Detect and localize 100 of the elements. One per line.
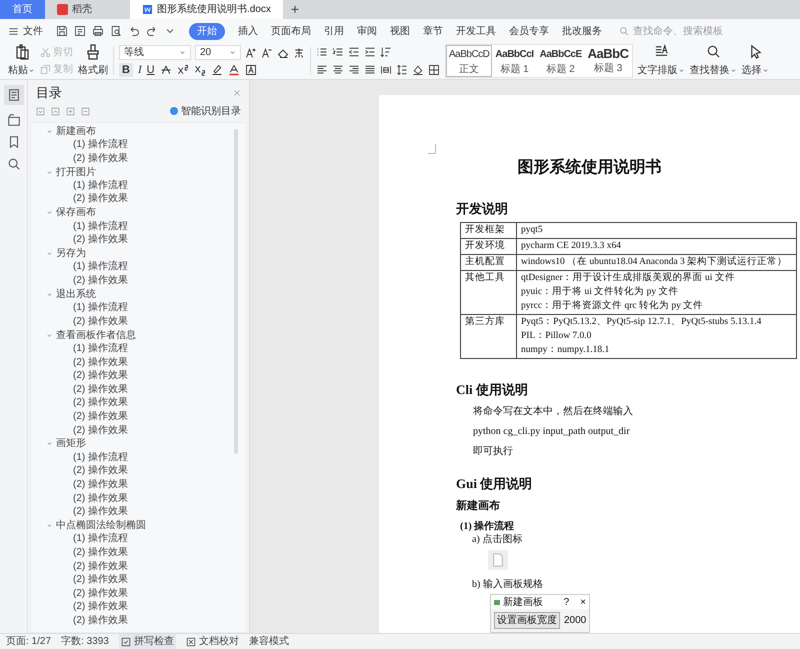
toc-item[interactable]: (2) 操作效果 <box>31 192 128 206</box>
toc-item[interactable]: (2) 操作效果 <box>31 314 128 328</box>
select-button[interactable]: 选择 <box>742 43 769 79</box>
toc-item[interactable]: 退出系统 <box>31 288 246 302</box>
menu-tab[interactable]: 插入 <box>238 24 258 38</box>
tab[interactable]: 图形系统使用说明书.docx <box>130 0 283 19</box>
strikethrough-icon[interactable] <box>160 64 172 76</box>
minus-icon[interactable] <box>81 106 90 116</box>
toc-item[interactable]: (2) 操作效果 <box>31 382 128 396</box>
file-menu[interactable]: 文件 <box>8 24 43 38</box>
subscript-icon[interactable] <box>194 64 206 76</box>
menu-tab[interactable]: 视图 <box>390 24 410 38</box>
toc-item[interactable]: (1) 操作流程 <box>31 450 128 464</box>
character-border-icon[interactable] <box>244 64 257 76</box>
sort-icon[interactable] <box>380 46 392 58</box>
toc-item[interactable]: 另存为 <box>31 246 246 260</box>
find-replace-button[interactable]: 查找替换 <box>690 43 737 79</box>
print-icon[interactable] <box>92 25 104 37</box>
undo-icon[interactable] <box>128 25 140 37</box>
style-option[interactable]: AaBbC 标题 3 <box>584 45 632 77</box>
numbered-list-icon[interactable] <box>332 46 344 58</box>
toc-item[interactable]: (1) 操作流程 <box>31 260 128 274</box>
shading-icon[interactable] <box>412 64 424 76</box>
toc-item[interactable]: (2) 操作效果 <box>31 546 128 560</box>
save-icon[interactable] <box>56 25 68 37</box>
toc-item[interactable]: 保存画布 <box>31 206 246 220</box>
align-right-icon[interactable] <box>348 64 360 76</box>
text-layout-button[interactable]: 文字排版 <box>638 43 685 79</box>
toc-item[interactable]: (2) 操作效果 <box>31 573 128 587</box>
menu-tab[interactable]: 开始 <box>189 22 225 40</box>
menu-tab[interactable]: 引用 <box>324 24 344 38</box>
shrink-font-icon[interactable] <box>261 46 273 58</box>
italic-button[interactable]: I <box>138 63 142 77</box>
increase-indent-icon[interactable] <box>364 46 376 58</box>
align-center-icon[interactable] <box>332 64 344 76</box>
menu-tab[interactable]: 会员专享 <box>509 24 549 38</box>
toc-item[interactable]: (2) 操作效果 <box>31 152 128 166</box>
toc-item[interactable]: (2) 操作效果 <box>31 505 128 519</box>
line-spacing-icon[interactable] <box>396 64 408 76</box>
toc-item[interactable]: (1) 操作流程 <box>31 301 128 315</box>
menu-tab[interactable]: 开发工具 <box>456 24 496 38</box>
collapse-icon[interactable] <box>36 106 45 116</box>
bold-button[interactable]: B <box>119 63 133 77</box>
outline-icon[interactable] <box>4 85 24 105</box>
search-icon[interactable] <box>6 157 20 171</box>
spell-check-button[interactable]: 拼写检查 <box>118 634 176 649</box>
underline-button[interactable]: U <box>146 63 155 77</box>
decrease-indent-icon[interactable] <box>348 46 360 58</box>
tab[interactable]: 首页 <box>0 0 45 19</box>
toc-item[interactable]: (2) 操作效果 <box>31 492 128 506</box>
toc-item[interactable]: (2) 操作效果 <box>31 233 128 247</box>
redo-icon[interactable] <box>146 25 158 37</box>
toc-item[interactable]: (1) 操作流程 <box>31 532 128 546</box>
search-field[interactable]: 查找命令、搜索模板 <box>619 24 725 38</box>
format-painter-button[interactable]: 格式刷 <box>78 43 108 79</box>
toc-item[interactable]: (2) 操作效果 <box>31 464 128 478</box>
distribute-icon[interactable] <box>380 64 392 76</box>
toc-item[interactable]: 新建画布 <box>31 124 246 138</box>
toc-item[interactable]: (2) 操作效果 <box>31 274 128 288</box>
smart-toc-button[interactable]: 智能识别目录 <box>170 104 241 118</box>
toc-item[interactable]: (1) 操作流程 <box>31 178 128 192</box>
toc-item[interactable]: (2) 操作效果 <box>31 424 128 438</box>
style-option[interactable]: AaBbCcI 标题 1 <box>492 45 537 77</box>
toc-item[interactable]: (2) 操作效果 <box>31 410 128 424</box>
proofread-button[interactable]: 文档校对 <box>186 634 239 649</box>
toc-item[interactable]: (2) 操作效果 <box>31 600 128 614</box>
toc-item[interactable]: (2) 操作效果 <box>31 478 128 492</box>
plus-icon[interactable] <box>66 106 75 116</box>
highlighter-icon[interactable] <box>210 64 223 76</box>
justify-icon[interactable] <box>364 64 376 76</box>
bullet-list-icon[interactable] <box>316 46 328 58</box>
toc-item[interactable]: (2) 操作效果 <box>31 356 128 370</box>
eraser-icon[interactable] <box>277 46 289 58</box>
borders-icon[interactable] <box>428 64 440 76</box>
toc-item[interactable]: 画矩形 <box>31 437 246 451</box>
save-as-icon[interactable] <box>74 25 86 37</box>
toc-item[interactable]: (2) 操作效果 <box>31 560 128 574</box>
toc-item[interactable]: (2) 操作效果 <box>31 586 128 600</box>
style-option[interactable]: AaBbCcE 标题 2 <box>536 45 585 77</box>
font-size-field[interactable]: 20 <box>195 45 241 60</box>
grow-font-icon[interactable] <box>245 46 257 58</box>
align-left-icon[interactable] <box>316 64 328 76</box>
superscript-icon[interactable] <box>176 64 189 76</box>
paste-button[interactable]: 粘贴 <box>8 43 35 79</box>
tab[interactable]: 稻壳 <box>45 0 130 19</box>
toc-item[interactable]: (2) 操作效果 <box>31 614 128 628</box>
folder-icon[interactable] <box>6 113 20 127</box>
font-name-field[interactable]: 等线 <box>119 45 191 60</box>
expand-icon[interactable] <box>51 106 60 116</box>
toc-item[interactable]: 打开图片 <box>31 165 246 179</box>
toc-item[interactable]: (1) 操作流程 <box>31 220 128 234</box>
toc-item[interactable]: (1) 操作流程 <box>31 342 128 356</box>
font-color-icon[interactable] <box>228 64 240 76</box>
menu-tab[interactable]: 审阅 <box>357 24 377 38</box>
close-icon[interactable] <box>233 88 241 97</box>
menu-tab[interactable]: 章节 <box>423 24 443 38</box>
toc-item[interactable]: (2) 操作效果 <box>31 396 128 410</box>
menu-tab[interactable]: 批改服务 <box>562 24 602 38</box>
toc-item[interactable]: (2) 操作效果 <box>31 369 128 383</box>
style-option[interactable]: AaBbCcD 正文 <box>446 45 492 77</box>
